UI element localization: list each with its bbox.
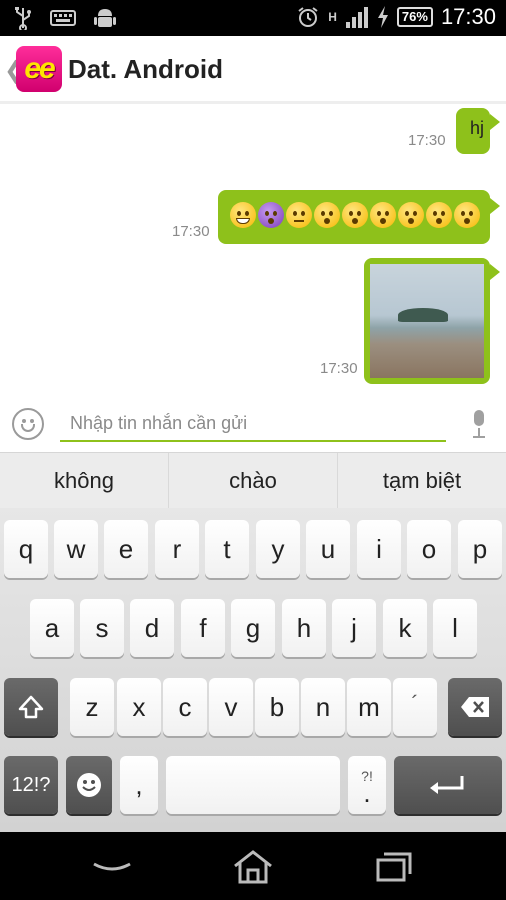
microphone-icon[interactable] xyxy=(470,410,488,440)
enter-icon xyxy=(430,776,464,794)
smiley-icon xyxy=(77,773,101,797)
key-y[interactable]: y xyxy=(256,520,300,578)
key-i[interactable]: i xyxy=(357,520,401,578)
app-logo-text: ee xyxy=(24,52,55,85)
message-input[interactable] xyxy=(60,406,446,442)
chat-message-list[interactable]: 17:30 hj 17:30 17:30 xyxy=(0,104,506,396)
pensive-face-icon xyxy=(286,202,312,228)
key-u[interactable]: u xyxy=(306,520,350,578)
period-key-sublabel: ?! xyxy=(361,768,373,784)
key-j[interactable]: j xyxy=(332,599,376,657)
battery-icon: 76% xyxy=(396,7,433,27)
alarm-icon xyxy=(298,7,318,27)
chat-header: ❮ ee Dat. Android xyxy=(0,36,506,104)
shift-key[interactable] xyxy=(4,678,58,736)
enter-key[interactable] xyxy=(394,756,502,814)
message-bubble-text[interactable]: hj xyxy=(456,108,490,154)
key-o[interactable]: o xyxy=(407,520,451,578)
surprised-face-icon xyxy=(426,202,452,228)
key-l[interactable]: l xyxy=(433,599,477,657)
key-c[interactable]: c xyxy=(163,678,207,736)
shift-arrow-icon xyxy=(18,695,44,719)
usb-icon xyxy=(15,7,31,30)
soft-keyboard: q w e r t y u i o p a s d f g h j k l z … xyxy=(0,508,506,832)
status-left-icons xyxy=(14,6,116,30)
grinning-face-icon xyxy=(230,202,256,228)
suggestion-bar: không chào tạm biệt xyxy=(0,452,506,508)
key-r[interactable]: r xyxy=(155,520,199,578)
status-bar: H 76% 17:30 xyxy=(0,0,506,36)
key-d[interactable]: d xyxy=(130,599,174,657)
surprised-face-icon xyxy=(342,202,368,228)
surprised-face-icon xyxy=(370,202,396,228)
suggestion-item[interactable]: tạm biệt xyxy=(338,453,506,508)
key-q[interactable]: q xyxy=(4,520,48,578)
devil-face-icon xyxy=(258,202,284,228)
key-h[interactable]: h xyxy=(282,599,326,657)
navigation-bar xyxy=(0,832,506,900)
status-right-icons: H 76% 17:30 xyxy=(296,4,496,30)
backspace-icon xyxy=(461,697,489,717)
message-timestamp: 17:30 xyxy=(172,223,210,240)
key-w[interactable]: w xyxy=(54,520,98,578)
comma-key[interactable]: , xyxy=(120,756,158,814)
key-s[interactable]: s xyxy=(80,599,124,657)
home-icon[interactable] xyxy=(231,850,275,884)
key-k[interactable]: k xyxy=(383,599,427,657)
island-shape xyxy=(398,308,448,322)
suggestion-item[interactable]: chào xyxy=(169,453,338,508)
message-bubble-image[interactable] xyxy=(364,258,490,384)
key-v[interactable]: v xyxy=(209,678,253,736)
surprised-face-icon xyxy=(398,202,424,228)
network-type: H xyxy=(328,10,337,24)
bubble-tail xyxy=(490,198,500,214)
key-g[interactable]: g xyxy=(231,599,275,657)
message-text: hj xyxy=(470,118,485,138)
numbers-key[interactable]: 12!? xyxy=(4,756,58,814)
key-e[interactable]: e xyxy=(104,520,148,578)
key-f[interactable]: f xyxy=(181,599,225,657)
surprised-face-icon xyxy=(314,202,340,228)
compose-bar xyxy=(0,396,506,452)
back-icon[interactable] xyxy=(90,850,134,884)
key-b[interactable]: b xyxy=(255,678,299,736)
message-bubble-emoji[interactable] xyxy=(218,190,490,244)
surprised-face-icon xyxy=(454,202,480,228)
key-a[interactable]: a xyxy=(30,599,74,657)
emoji-row xyxy=(230,202,480,228)
bubble-tail xyxy=(490,114,500,130)
key-z[interactable]: z xyxy=(70,678,114,736)
suggestion-item[interactable]: không xyxy=(0,453,169,508)
bubble-tail xyxy=(490,264,500,280)
key-x[interactable]: x xyxy=(117,678,161,736)
key-m[interactable]: m xyxy=(347,678,391,736)
contact-name: Dat. Android xyxy=(68,54,224,84)
status-time: 17:30 xyxy=(440,4,496,29)
keyboard-icon xyxy=(50,10,76,26)
android-icon xyxy=(94,9,116,27)
accent-key-label: ´ xyxy=(411,691,419,716)
backspace-key[interactable] xyxy=(448,678,502,736)
photo-thumbnail[interactable] xyxy=(370,264,484,378)
recent-apps-icon[interactable] xyxy=(372,850,416,884)
signal-icon xyxy=(345,7,368,28)
emoji-key[interactable] xyxy=(66,756,112,814)
message-timestamp: 17:30 xyxy=(408,132,446,149)
key-t[interactable]: t xyxy=(205,520,249,578)
space-key[interactable] xyxy=(166,756,340,814)
period-key[interactable]: ?! . xyxy=(348,756,386,814)
key-accent[interactable]: ´ xyxy=(393,678,437,736)
app-logo[interactable]: ee xyxy=(16,46,62,92)
charging-icon xyxy=(377,6,388,28)
key-p[interactable]: p xyxy=(458,520,502,578)
key-n[interactable]: n xyxy=(301,678,345,736)
message-timestamp: 17:30 xyxy=(320,360,358,377)
emoji-picker-icon[interactable] xyxy=(12,408,44,440)
